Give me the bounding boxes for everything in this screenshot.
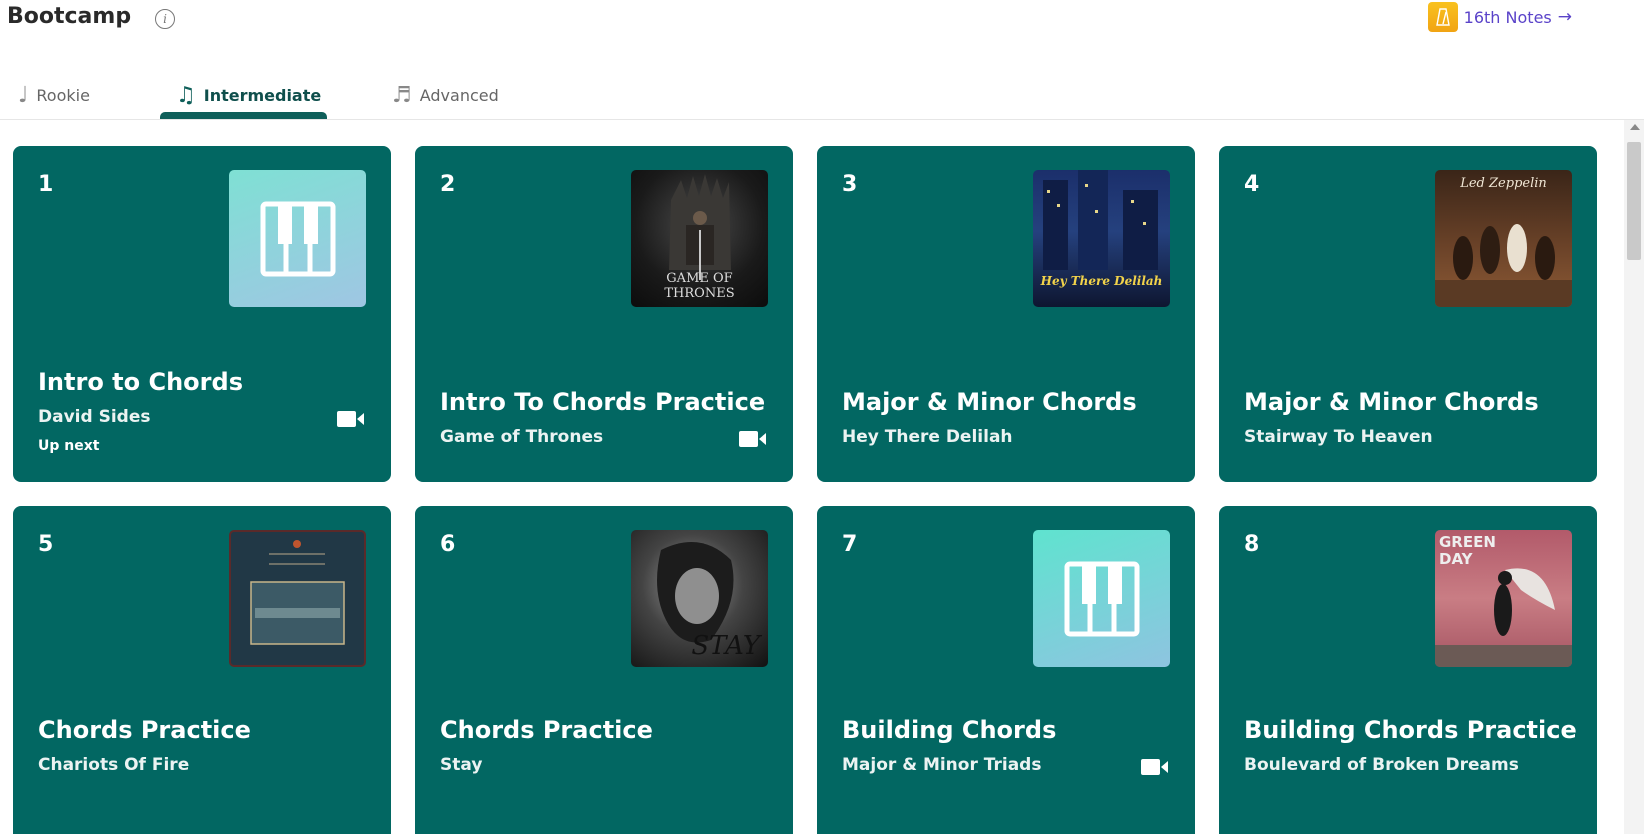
video-camera-icon: [1141, 759, 1168, 775]
lesson-number: 4: [1244, 172, 1260, 197]
chariots-of-fire-album-art: [229, 530, 366, 667]
lesson-card[interactable]: 6 STAY Chords Practice Stay: [415, 506, 793, 834]
info-icon[interactable]: i: [155, 9, 175, 29]
album-art-text: STAY: [691, 631, 760, 661]
stay-album-art: STAY: [631, 530, 768, 667]
lesson-subtitle: Stairway To Heaven: [1244, 427, 1433, 447]
active-tab-indicator: [160, 112, 327, 119]
lesson-number: 1: [38, 172, 54, 197]
piano-icon: [229, 170, 366, 307]
16th-notes-link[interactable]: 16th Notes →: [1427, 2, 1572, 32]
lesson-subtitle: David Sides: [38, 407, 151, 427]
lesson-title: Major & Minor Chords: [842, 388, 1137, 416]
lesson-number: 8: [1244, 532, 1260, 557]
lesson-card[interactable]: 4 Led Zeppelin Major & Minor Chords Stai…: [1219, 146, 1597, 482]
video-camera-icon: [739, 431, 766, 447]
lesson-subtitle: Stay: [440, 755, 483, 775]
scroll-up-arrow-icon[interactable]: [1630, 124, 1640, 130]
bootcamp-page: Bootcamp i 16th Notes → ♩ Rookie ♫ Inter…: [0, 0, 1644, 834]
lesson-title: Chords Practice: [38, 716, 251, 744]
sixteenth-notes-icon: ♬: [392, 82, 412, 108]
quarter-note-icon: ♩: [18, 82, 29, 108]
album-art-text: Led Zeppelin: [1460, 176, 1547, 191]
lesson-title: Intro to Chords: [38, 368, 243, 396]
arrow-right-icon: →: [1557, 7, 1572, 27]
lesson-subtitle: Boulevard of Broken Dreams: [1244, 755, 1519, 775]
tab-rookie[interactable]: ♩ Rookie: [18, 70, 90, 120]
lesson-subtitle: Chariots Of Fire: [38, 755, 190, 775]
lesson-number: 7: [842, 532, 858, 557]
lesson-card[interactable]: 3 Hey There Delilah Major & Minor Chords…: [817, 146, 1195, 482]
eighth-notes-icon: ♫: [176, 82, 196, 108]
page-title: Bootcamp: [7, 4, 132, 29]
lesson-card[interactable]: 1 Intro to Chords David Sides Up next: [13, 146, 391, 482]
lesson-number: 5: [38, 532, 54, 557]
lesson-subtitle: Hey There Delilah: [842, 427, 1013, 447]
tab-advanced[interactable]: ♬ Advanced: [392, 70, 499, 120]
vertical-scrollbar[interactable]: [1624, 120, 1644, 834]
metronome-icon: [1427, 2, 1458, 32]
piano-icon: [1033, 530, 1170, 667]
lesson-subtitle: Game of Thrones: [440, 427, 604, 447]
album-art-text: GREEN DAY: [1439, 533, 1496, 568]
lesson-title: Building Chords Practice: [1244, 716, 1577, 744]
lesson-card[interactable]: 2 GAME OF THRONES Intro To Chords Practi…: [415, 146, 793, 482]
album-art-text: GAME OF THRONES: [664, 271, 735, 301]
16th-notes-label: 16th Notes: [1463, 7, 1552, 27]
header: Bootcamp i 16th Notes → ♩ Rookie ♫ Inter…: [0, 0, 1644, 120]
scrollbar-thumb[interactable]: [1627, 142, 1641, 260]
lesson-title: Intro To Chords Practice: [440, 388, 766, 416]
lesson-number: 2: [440, 172, 456, 197]
lesson-title: Major & Minor Chords: [1244, 388, 1539, 416]
tab-label: Advanced: [419, 85, 499, 105]
led-zeppelin-album-art: Led Zeppelin: [1435, 170, 1572, 307]
up-next-label: Up next: [38, 438, 100, 454]
game-of-thrones-album-art: GAME OF THRONES: [631, 170, 768, 307]
lesson-subtitle: Major & Minor Triads: [842, 755, 1042, 775]
lesson-number: 3: [842, 172, 858, 197]
lesson-title: Chords Practice: [440, 716, 653, 744]
lesson-number: 6: [440, 532, 456, 557]
album-art-text: Hey There Delilah: [1040, 274, 1163, 288]
lesson-card[interactable]: 8 GREEN DAY Building Chords Practice Bou…: [1219, 506, 1597, 834]
green-day-album-art: GREEN DAY: [1435, 530, 1572, 667]
video-camera-icon: [337, 411, 364, 427]
lesson-title: Building Chords: [842, 716, 1057, 744]
tab-label: Intermediate: [203, 85, 322, 105]
hey-there-delilah-album-art: Hey There Delilah: [1033, 170, 1170, 307]
tab-label: Rookie: [36, 85, 90, 105]
lesson-card[interactable]: 7 Building Chords Major & Minor Triads: [817, 506, 1195, 834]
lesson-card[interactable]: 5 Chords Practice Chariots Of Fire: [13, 506, 391, 834]
